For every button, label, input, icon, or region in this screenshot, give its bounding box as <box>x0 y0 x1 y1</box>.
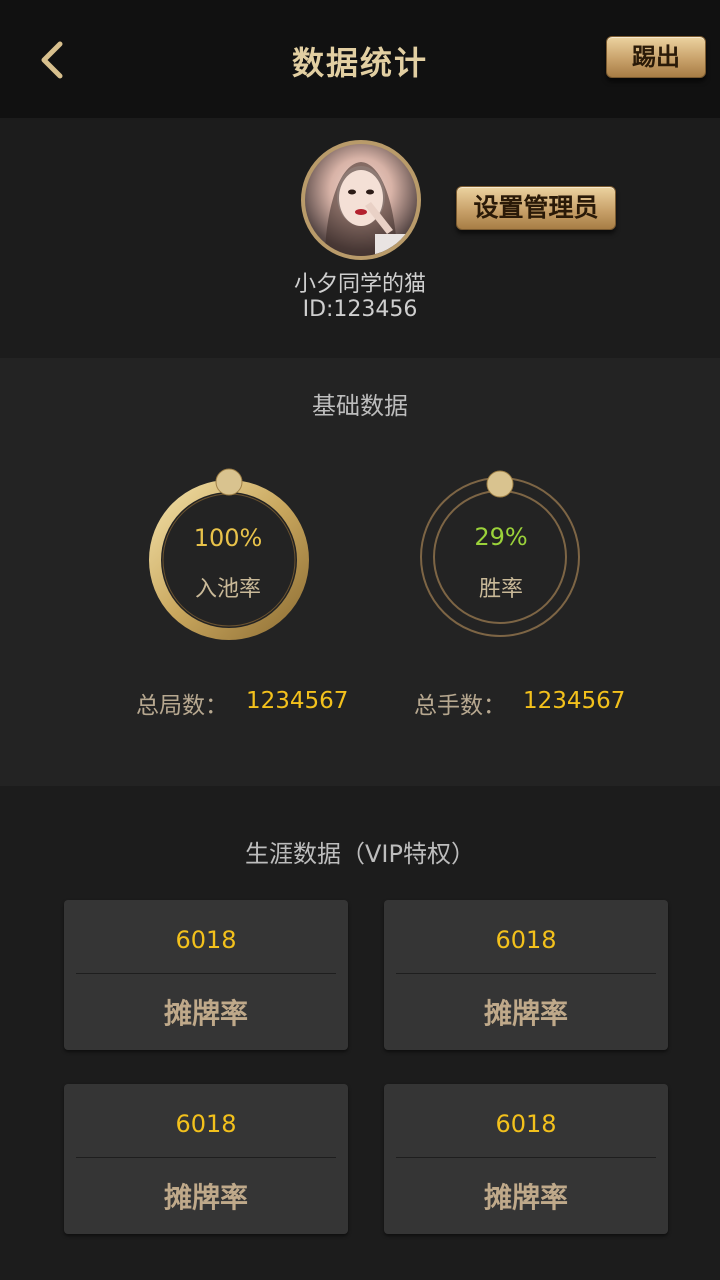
card-divider <box>76 973 336 974</box>
card-label: 摊牌率 <box>483 1181 568 1214</box>
career-card[interactable]: 6018 摊牌率 <box>64 1084 348 1234</box>
set-admin-button[interactable]: 设置管理员 <box>456 186 616 230</box>
card-label: 摊牌率 <box>483 997 568 1030</box>
win-rate-label: 胜率 <box>478 577 523 602</box>
pool-rate-ring <box>149 468 309 640</box>
pool-rate-value: 100% <box>193 524 263 552</box>
total-hands-label: 总手数： <box>414 693 506 719</box>
card-divider <box>396 973 656 974</box>
win-rate-value: 29% <box>474 523 528 551</box>
basic-data-title: 基础数据 <box>312 392 408 420</box>
card-value: 6018 <box>495 926 557 954</box>
kick-button[interactable]: 踢出 <box>606 36 706 78</box>
pool-rate-label: 入池率 <box>194 577 261 602</box>
card-value: 6018 <box>175 1110 237 1138</box>
user-id: ID:123456 <box>302 297 418 322</box>
card-label: 摊牌率 <box>163 1181 248 1214</box>
career-data-title: 生涯数据（VIP特权） <box>245 840 475 868</box>
total-games-label: 总局数： <box>136 693 228 719</box>
card-label: 摊牌率 <box>163 997 248 1030</box>
basic-data-section: 基础数据 100% 入池率 29% 胜率 总局数： 1234567 总手数： 1… <box>0 358 720 786</box>
card-value: 6018 <box>495 1110 557 1138</box>
avatar <box>301 140 421 260</box>
card-divider <box>76 1157 336 1158</box>
username: 小夕同学的猫 <box>293 272 426 297</box>
career-card[interactable]: 6018 摊牌率 <box>64 900 348 1050</box>
card-value: 6018 <box>175 926 237 954</box>
card-divider <box>396 1157 656 1158</box>
total-hands-value: 1234567 <box>523 688 626 714</box>
top-bar: 数据统计 踢出 <box>0 0 720 118</box>
career-card[interactable]: 6018 摊牌率 <box>384 1084 668 1234</box>
career-card[interactable]: 6018 摊牌率 <box>384 900 668 1050</box>
win-rate-ring <box>420 470 580 637</box>
total-games-value: 1234567 <box>246 688 349 714</box>
avatar-portrait <box>325 162 417 256</box>
